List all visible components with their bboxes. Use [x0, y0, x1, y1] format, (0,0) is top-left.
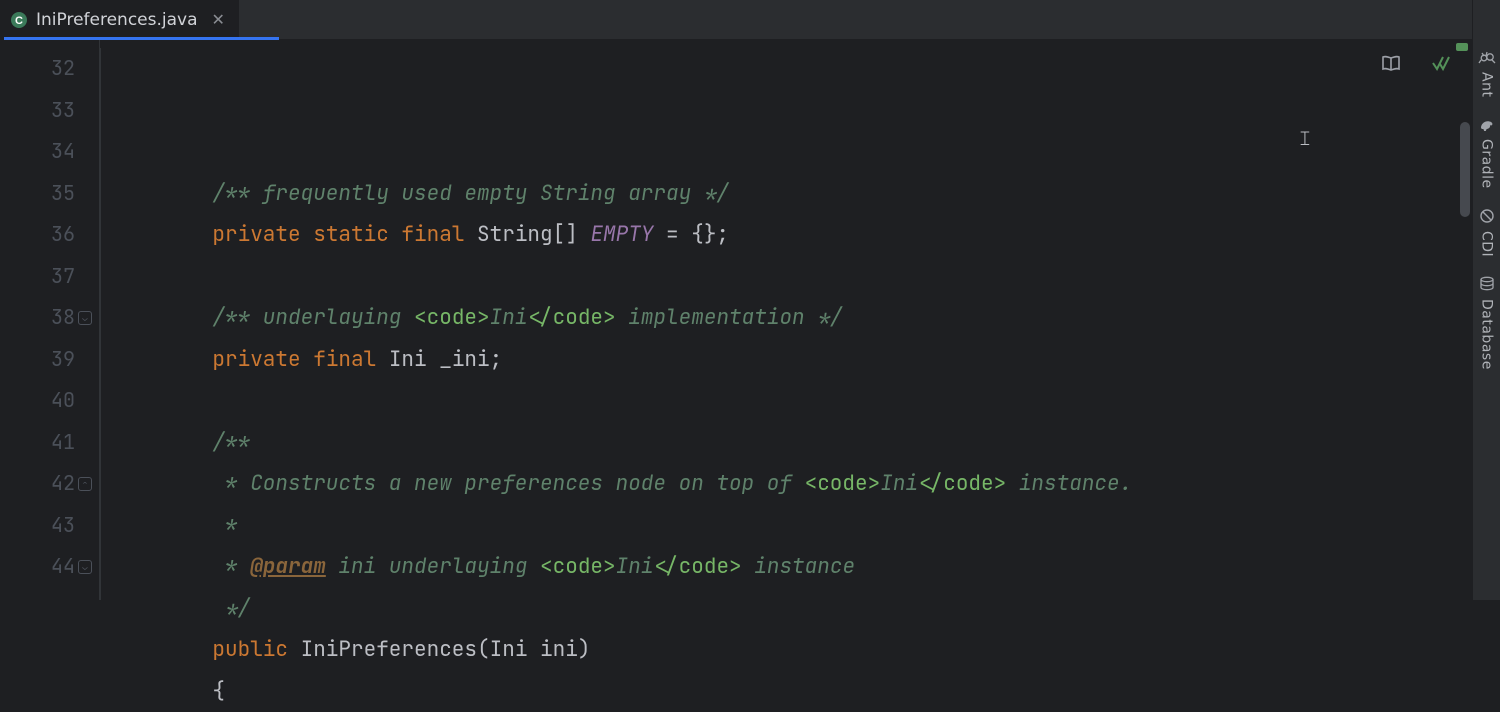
code-text-area[interactable]: /** frequently used empty String array *…: [100, 40, 1472, 600]
tool-gradle[interactable]: Gradle: [1473, 107, 1500, 199]
code-line: * Constructs a new preferences node on t…: [162, 463, 1472, 505]
tool-database-label: Database: [1479, 299, 1495, 370]
editor-status-widgets: [1380, 52, 1452, 74]
code-line: [162, 380, 1472, 422]
tool-ant-label: Ant: [1479, 72, 1495, 97]
code-line: /** frequently used empty String array *…: [162, 173, 1472, 215]
editor-tab-filename: IniPreferences.java: [36, 10, 198, 30]
vertical-scrollbar-thumb[interactable]: [1460, 122, 1470, 217]
code-line: {: [162, 671, 1472, 712]
svg-text:C: C: [15, 15, 23, 27]
cdi-icon: [1478, 207, 1496, 225]
ant-icon: [1478, 48, 1496, 66]
code-line: [162, 256, 1472, 298]
line-number: 44: [0, 546, 75, 588]
tool-cdi-label: CDI: [1479, 231, 1495, 257]
fold-toggle-icon[interactable]: ⌄: [78, 311, 92, 325]
java-class-file-icon: C: [10, 11, 28, 29]
line-number: 34: [0, 131, 75, 173]
line-number: 38: [0, 297, 75, 339]
code-line: *: [162, 505, 1472, 547]
line-number-gutter: 32333435363738394041424344 ⌄ ⌃ ⌄: [0, 40, 100, 600]
line-number: 40: [0, 380, 75, 422]
indent-guide: [100, 48, 101, 600]
text-cursor-icon: 𝙸: [1298, 125, 1312, 151]
close-tab-icon[interactable]: ✕: [212, 10, 225, 29]
line-number: 37: [0, 256, 75, 298]
code-editor[interactable]: 32333435363738394041424344 ⌄ ⌃ ⌄ /** frequ…: [0, 40, 1472, 600]
line-number: 42: [0, 463, 75, 505]
tool-database[interactable]: Database: [1473, 267, 1500, 380]
editor-tab-strip: C IniPreferences.java ✕: [0, 0, 1500, 40]
code-line: */: [162, 588, 1472, 630]
code-line: public IniPreferences(Ini ini): [162, 629, 1472, 671]
tool-cdi[interactable]: CDI: [1473, 199, 1500, 267]
right-tool-strip: Ant Gradle CDI Database: [1472, 0, 1500, 600]
line-number: 35: [0, 173, 75, 215]
line-number: 33: [0, 90, 75, 132]
line-number: 36: [0, 214, 75, 256]
code-line: private final Ini _ini;: [162, 339, 1472, 381]
code-line: private static final String[] EMPTY = {}…: [162, 214, 1472, 256]
gradle-icon: [1478, 115, 1496, 133]
analysis-ok-icon[interactable]: [1430, 52, 1452, 74]
editor-tab[interactable]: C IniPreferences.java ✕: [0, 0, 239, 39]
code-line: /** underlaying <code>Ini</code> impleme…: [162, 297, 1472, 339]
database-icon: [1478, 275, 1496, 293]
code-line: /**: [162, 422, 1472, 464]
line-number: 41: [0, 422, 75, 464]
line-number: 32: [0, 48, 75, 90]
analysis-stripe-ok: [1456, 43, 1468, 51]
tool-gradle-label: Gradle: [1479, 139, 1495, 189]
fold-toggle-icon[interactable]: ⌃: [78, 477, 92, 491]
line-number: 39: [0, 339, 75, 381]
code-line: * @param ini underlaying <code>Ini</code…: [162, 546, 1472, 588]
reader-mode-icon[interactable]: [1380, 52, 1402, 74]
tool-ant[interactable]: Ant: [1473, 40, 1500, 107]
line-number: 43: [0, 505, 75, 547]
fold-toggle-icon[interactable]: ⌄: [78, 560, 92, 574]
